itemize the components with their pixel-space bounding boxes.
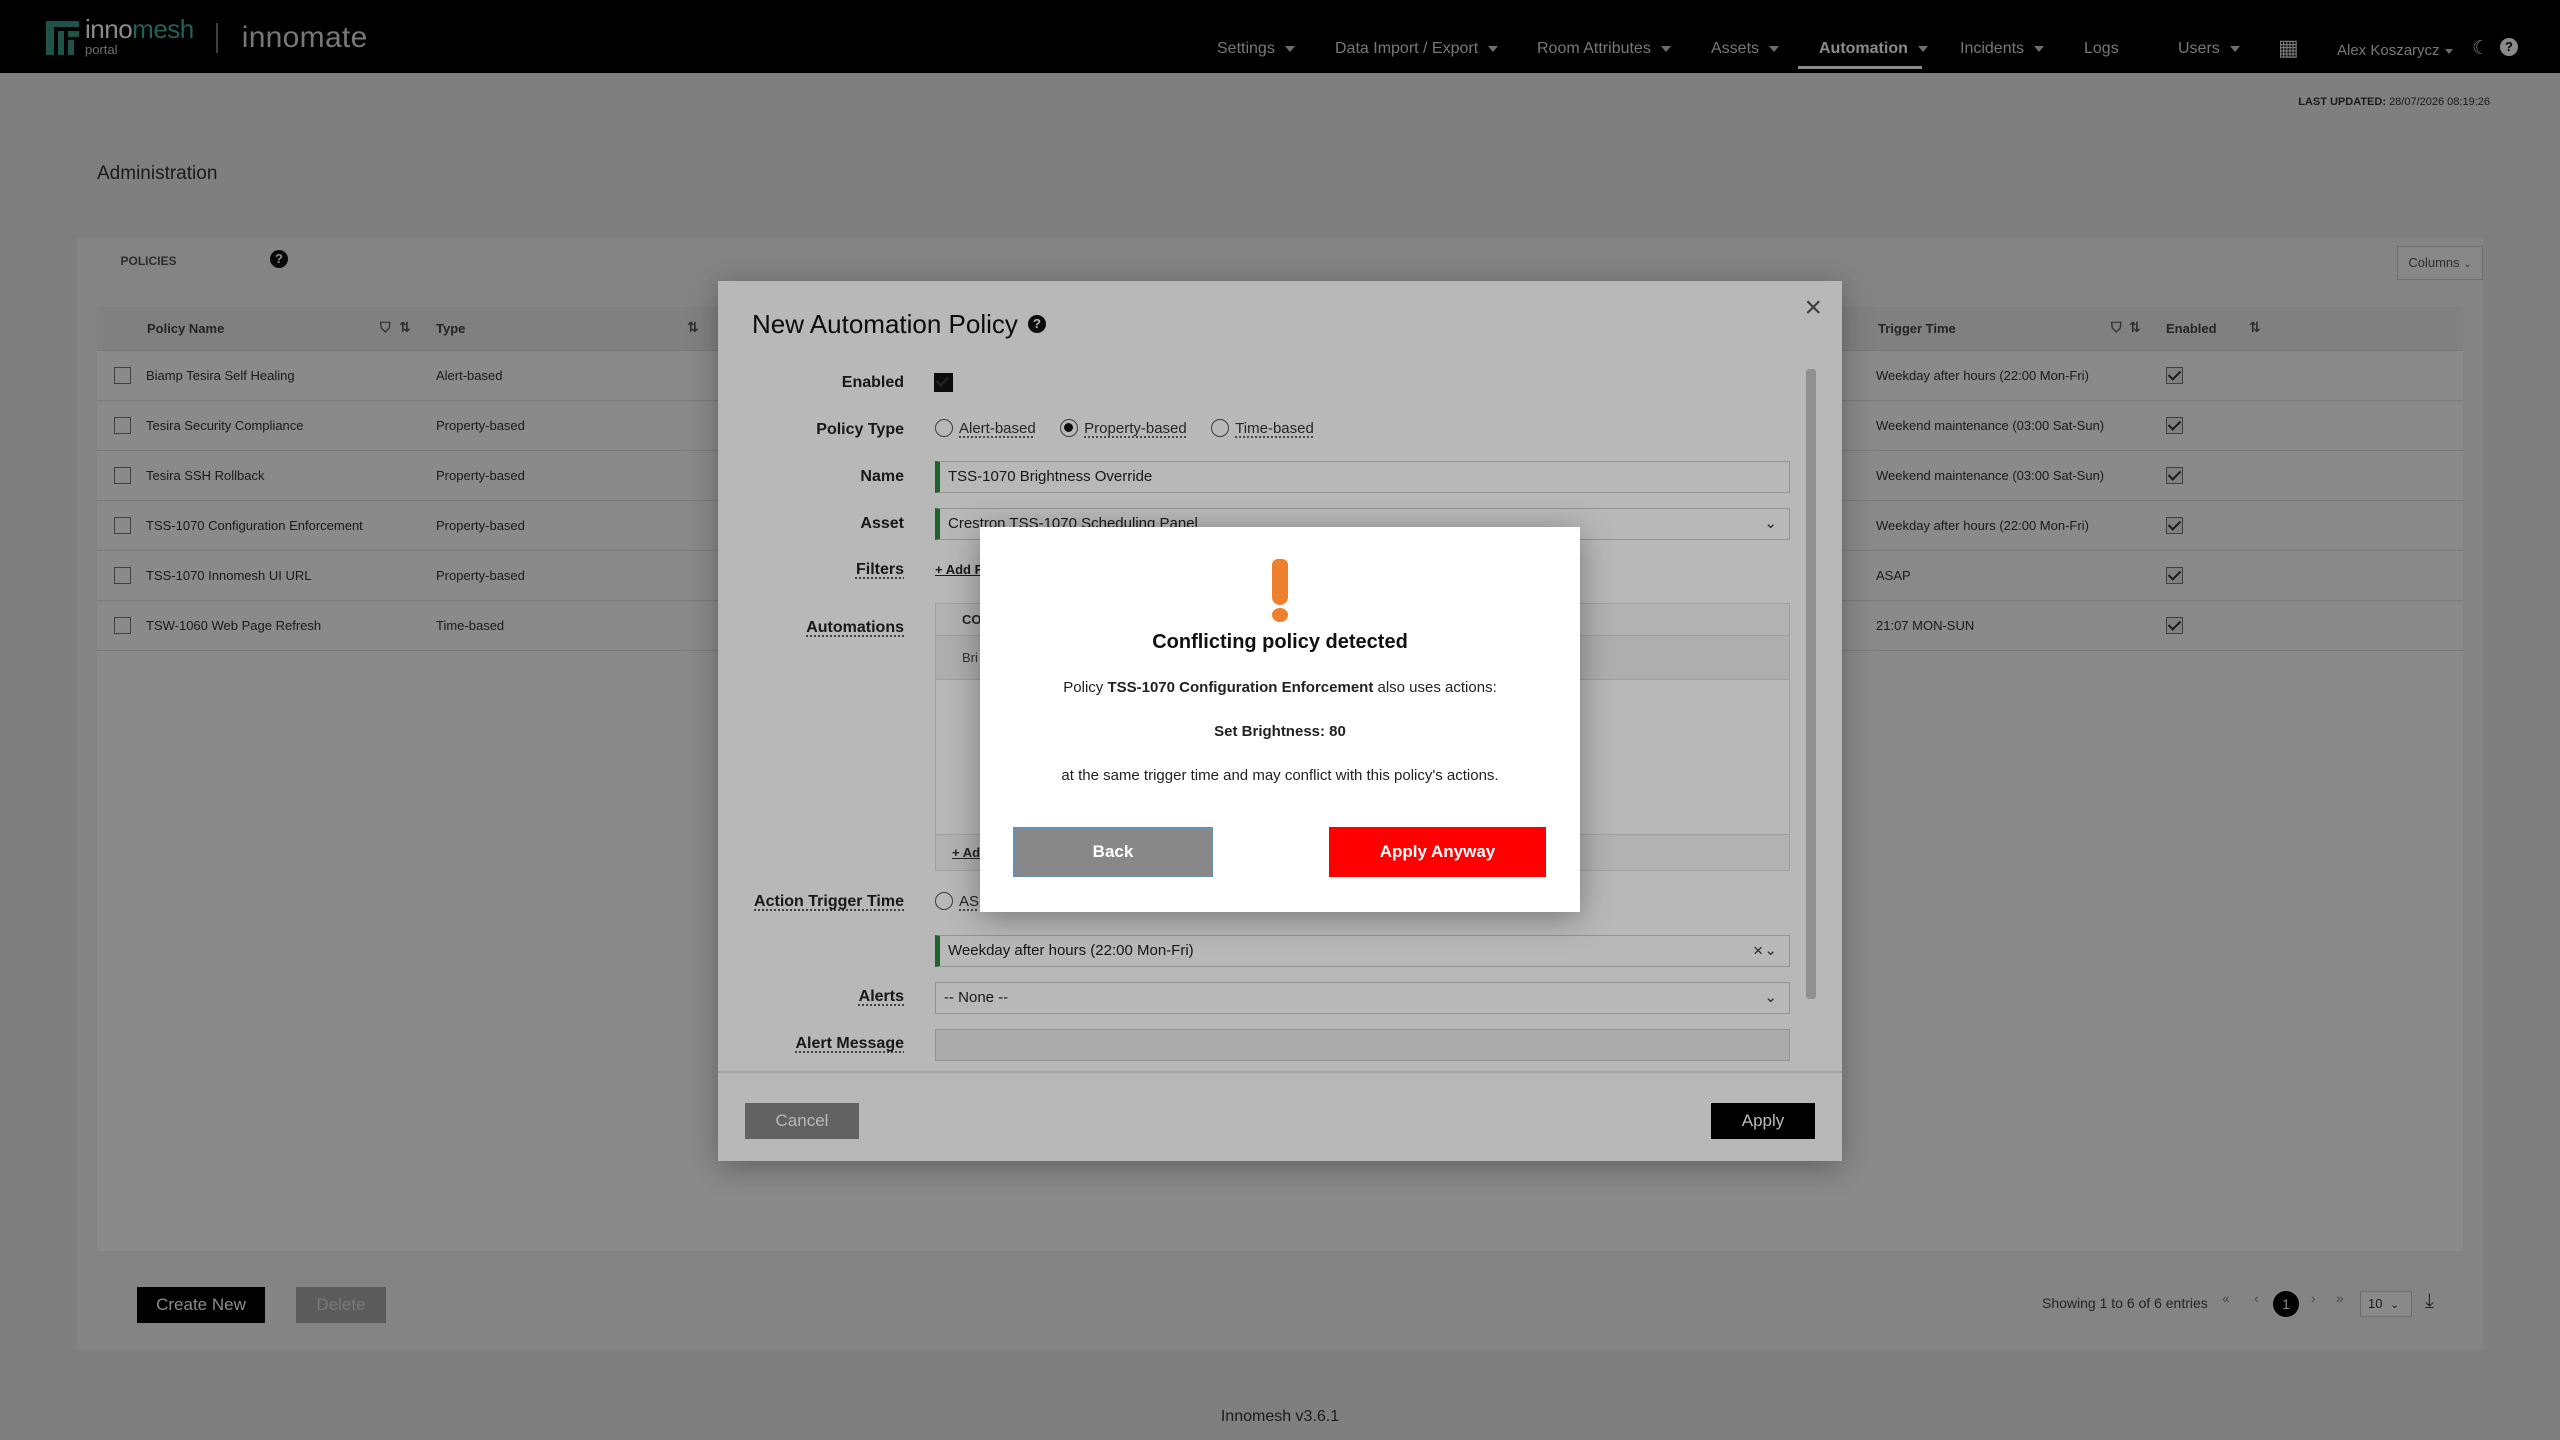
- dialog-message-line3: at the same trigger time and may conflic…: [1061, 767, 1499, 784]
- warning-icon: [1270, 559, 1290, 622]
- conflict-dialog: Conflicting policy detected Policy TSS-1…: [980, 527, 1580, 912]
- apply-anyway-button[interactable]: Apply Anyway: [1329, 827, 1546, 877]
- dialog-action: Set Brightness: 80: [1214, 723, 1346, 740]
- dialog-title: Conflicting policy detected: [1152, 631, 1408, 653]
- dialog-message-line1: Policy TSS-1070 Configuration Enforcemen…: [1063, 679, 1497, 696]
- conflicting-policy-name: TSS-1070 Configuration Enforcement: [1107, 679, 1374, 696]
- back-button[interactable]: Back: [1013, 827, 1213, 877]
